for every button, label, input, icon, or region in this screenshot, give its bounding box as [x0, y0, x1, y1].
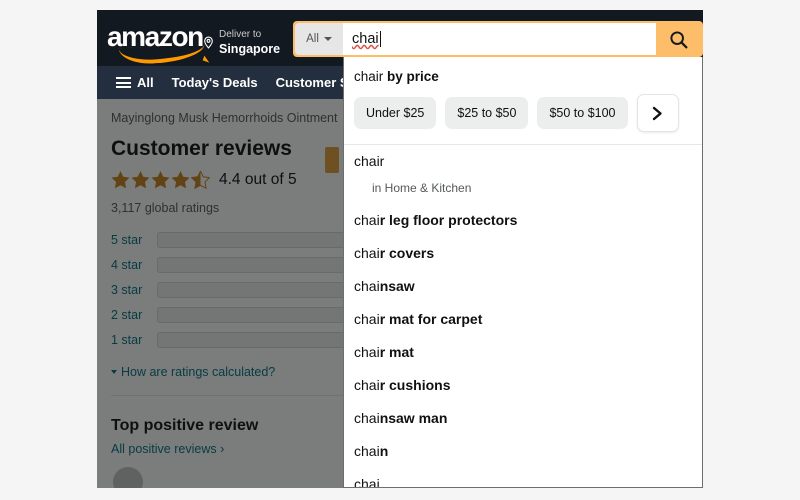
suggestion-item-1[interactable]: chair leg floor protectors [344, 204, 702, 237]
hamburger-menu-icon [116, 77, 131, 88]
price-filter-pills: Under $25 $25 to $50 $50 to $100 [354, 94, 702, 132]
suggestion-category-0[interactable]: in Home & Kitchen [344, 178, 702, 204]
browser-viewport: amazon Deliver to Singapore All chai All… [97, 10, 703, 488]
nav-item-todays-deals[interactable]: Today's Deals [163, 70, 267, 95]
amazon-smile-icon [118, 43, 206, 66]
suggestion-item-8[interactable]: chain [344, 435, 702, 468]
suggestion-completion: r covers [379, 245, 435, 261]
suggestion-prefix: chai [354, 245, 380, 261]
suggestion-completion: r mat for carpet [379, 311, 483, 327]
suggestion-completion: n [379, 443, 389, 459]
suggestion-completion: r leg floor protectors [379, 212, 518, 228]
suggestion-completion: r cushions [379, 377, 451, 393]
by-price-title: chair by price [354, 69, 702, 84]
deliver-to-label: Deliver to [219, 29, 262, 40]
suggestion-item-7[interactable]: chainsaw man [344, 402, 702, 435]
search-category-dropdown[interactable]: All [295, 23, 343, 55]
suggestion-item-3[interactable]: chainsaw [344, 270, 702, 303]
suggestion-item-2[interactable]: chair covers [344, 237, 702, 270]
suggestion-prefix: chai [354, 410, 380, 426]
text-cursor [379, 31, 381, 47]
by-price-label: by price [387, 69, 439, 84]
suggestion-prefix: chai [354, 344, 380, 360]
price-pill-50-to-100[interactable]: $50 to $100 [537, 97, 628, 129]
search-submit-button[interactable] [656, 23, 701, 55]
suggestion-item-5[interactable]: chair mat [344, 336, 702, 369]
suggestion-prefix: chair [354, 153, 385, 169]
suggestion-item-9[interactable]: chai [344, 468, 702, 488]
suggestion-prefix: chai [354, 377, 380, 393]
suggestion-item-4[interactable]: chair mat for carpet [344, 303, 702, 336]
suggestion-completion: r mat [379, 344, 414, 360]
price-pill-under-25[interactable]: Under $25 [354, 97, 437, 129]
magnifying-glass-icon [670, 30, 688, 49]
suggestion-list: chair in Home & Kitchen chair leg floor pr… [344, 145, 702, 488]
price-pill-25-to-50[interactable]: $25 to $50 [445, 97, 529, 129]
suggestions-by-price-section: chair by price Under $25 $25 to $50 $50 … [344, 57, 702, 142]
location-pin-icon [204, 36, 213, 49]
suggestion-completion: nsaw man [379, 410, 448, 426]
search-category-label: All [306, 33, 319, 45]
chevron-right-icon [652, 106, 662, 120]
search-suggestions-dropdown: chair by price Under $25 $25 to $50 $50 … [343, 57, 703, 488]
nav-item-all-label: All [137, 75, 154, 90]
suggestion-prefix: chai [354, 476, 380, 488]
suggestion-item-0[interactable]: chair [344, 145, 702, 178]
deliver-to-button[interactable]: Deliver to Singapore [202, 27, 280, 57]
suggestion-prefix: chai [354, 311, 380, 327]
chevron-down-icon [323, 37, 332, 41]
search-input[interactable]: chai [343, 23, 656, 55]
suggestion-item-6[interactable]: chair cushions [344, 369, 702, 402]
nav-item-all[interactable]: All [107, 70, 163, 95]
search-bar: All chai [293, 21, 703, 57]
suggestion-prefix: chai [354, 443, 380, 459]
suggestion-completion: nsaw [379, 278, 415, 294]
deliver-to-location: Singapore [219, 42, 281, 56]
suggestion-prefix: chai [354, 278, 380, 294]
price-pills-next-button[interactable] [636, 94, 679, 132]
search-input-value: chai [352, 31, 379, 47]
by-price-prefix: chair [354, 69, 384, 84]
suggestion-prefix: chai [354, 212, 380, 228]
